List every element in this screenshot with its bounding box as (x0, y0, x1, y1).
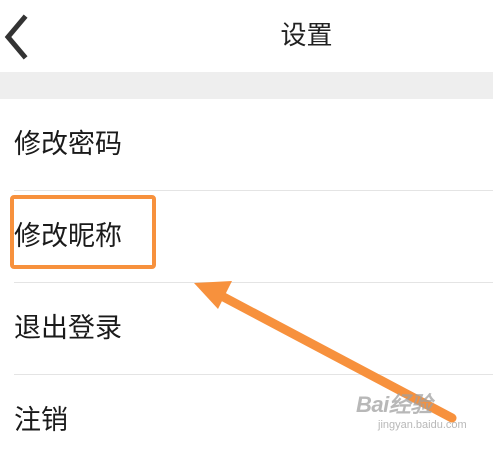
menu-item-label: 注销 (14, 405, 68, 436)
settings-menu: 修改密码 修改昵称 退出登录 注销 (0, 99, 493, 451)
menu-item-label: 修改密码 (14, 129, 122, 160)
menu-item-change-nickname[interactable]: 修改昵称 (0, 191, 493, 283)
menu-item-label: 修改昵称 (14, 221, 122, 252)
settings-screen: 设置 修改密码 修改昵称 退出登录 注销 Bai经验 jingyan.baidu… (0, 0, 493, 451)
menu-item-logout[interactable]: 退出登录 (0, 283, 493, 375)
menu-item-change-password[interactable]: 修改密码 (0, 99, 493, 191)
header-bar: 设置 (0, 0, 493, 72)
menu-item-label: 退出登录 (14, 313, 122, 344)
page-title: 设置 (280, 21, 333, 51)
menu-item-deactivate[interactable]: 注销 (0, 375, 493, 451)
section-spacer (0, 72, 493, 99)
